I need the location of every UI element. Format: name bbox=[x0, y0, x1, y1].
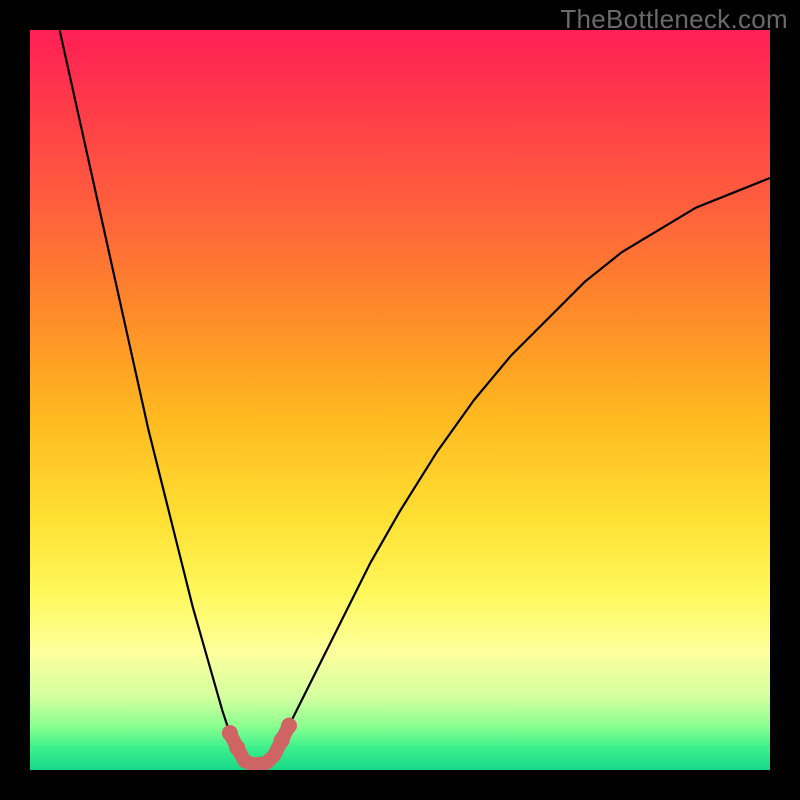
valley-dots bbox=[222, 718, 297, 756]
curve-right-branch bbox=[274, 178, 770, 755]
plot-area bbox=[30, 30, 770, 770]
curve-layer bbox=[30, 30, 770, 770]
valley-dot bbox=[281, 718, 297, 734]
chart-frame: TheBottleneck.com bbox=[0, 0, 800, 800]
curve-left-branch bbox=[60, 30, 245, 763]
valley-dot bbox=[222, 725, 238, 741]
valley-dot bbox=[229, 740, 245, 756]
valley-dot bbox=[274, 732, 290, 748]
